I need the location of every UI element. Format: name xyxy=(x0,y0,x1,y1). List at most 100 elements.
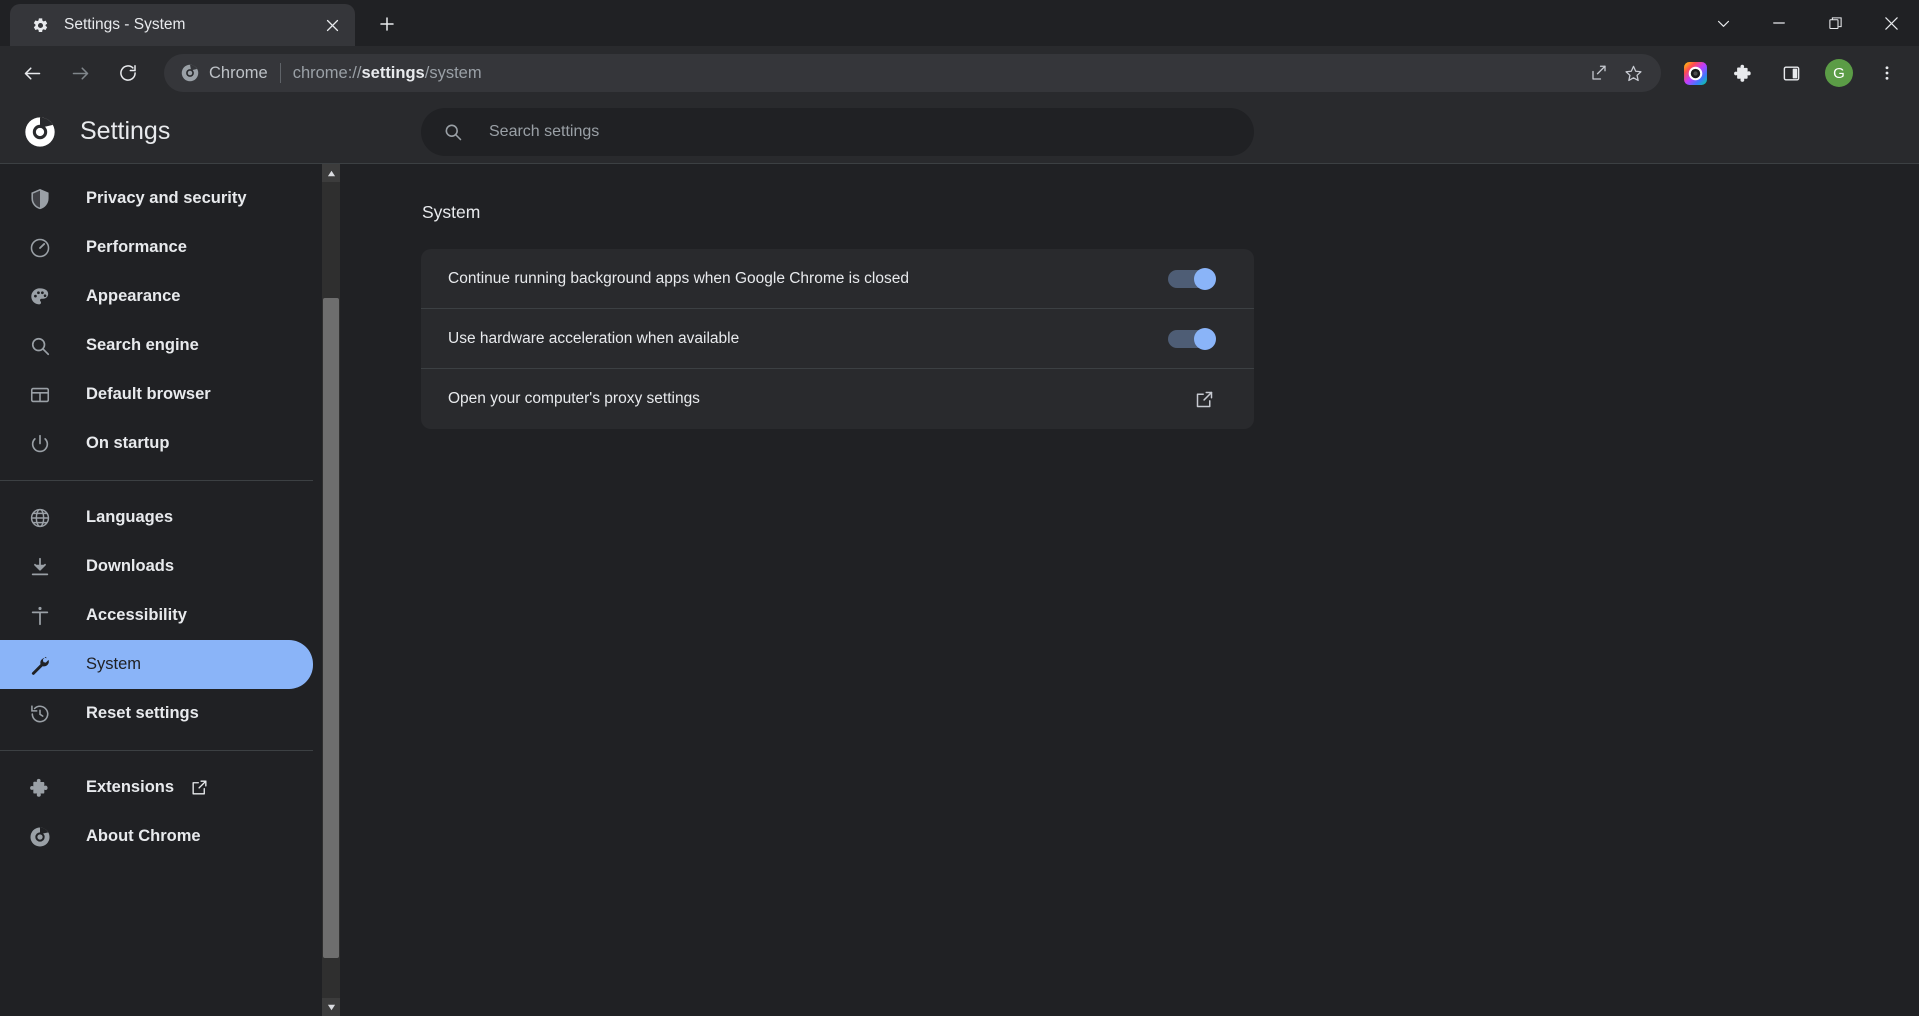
system-settings-card: Continue running background apps when Go… xyxy=(421,249,1254,429)
sidebar-item-downloads[interactable]: Downloads xyxy=(0,542,313,591)
kebab-menu-icon[interactable] xyxy=(1867,53,1907,93)
tab-strip: Settings - System xyxy=(0,0,1919,46)
url-text: chrome://settings/system xyxy=(293,64,1577,83)
sidebar-item-label: Search engine xyxy=(86,336,199,354)
browser-window-icon xyxy=(28,383,52,407)
puzzle-icon[interactable] xyxy=(1723,53,1763,93)
history-restore-icon xyxy=(28,702,52,726)
nav-group-3: Extensions About Chrome xyxy=(0,763,313,861)
setting-label: Use hardware acceleration when available xyxy=(448,329,740,347)
scroll-down-arrow-icon[interactable] xyxy=(322,998,340,1016)
close-icon[interactable] xyxy=(319,12,345,38)
settings-body: Privacy and security Performance Appeara… xyxy=(0,164,1919,1016)
globe-icon xyxy=(28,506,52,530)
sidebar-item-label: Reset settings xyxy=(86,704,199,722)
forward-arrow-icon[interactable] xyxy=(60,53,100,93)
sidebar-item-default-browser[interactable]: Default browser xyxy=(0,370,313,419)
settings-sidebar: Privacy and security Performance Appeara… xyxy=(0,164,340,1016)
url-bold-part: settings xyxy=(361,63,425,82)
sidebar-item-search-engine[interactable]: Search engine xyxy=(0,321,313,370)
tab-title: Settings - System xyxy=(64,16,186,33)
avatar[interactable]: G xyxy=(1819,53,1859,93)
url-prefix: chrome:// xyxy=(292,63,362,82)
sidebar-item-label: System xyxy=(86,655,142,673)
search-icon xyxy=(443,122,463,142)
tab-search-button[interactable] xyxy=(1695,0,1751,46)
sidebar-item-performance[interactable]: Performance xyxy=(0,223,313,272)
settings-header: Settings Search settings xyxy=(0,100,1919,164)
settings-brand: Settings xyxy=(0,116,340,148)
puzzle-icon xyxy=(28,776,52,800)
toggle-knob xyxy=(1194,267,1216,290)
sidebar-scrollbar[interactable] xyxy=(322,164,340,1016)
speedometer-icon xyxy=(28,236,52,260)
bookmark-star-icon[interactable] xyxy=(1619,59,1647,87)
sidebar-item-label: On startup xyxy=(86,434,170,452)
chrome-chip: Chrome xyxy=(180,63,268,83)
chrome-chip-label: Chrome xyxy=(209,63,268,82)
reload-icon[interactable] xyxy=(108,53,148,93)
sidebar-item-label: Default browser xyxy=(86,385,211,403)
section-title: System xyxy=(422,202,481,222)
back-arrow-icon[interactable] xyxy=(12,53,52,93)
setting-label: Open your computer's proxy settings xyxy=(448,390,700,407)
sidebar-item-reset-settings[interactable]: Reset settings xyxy=(0,689,313,738)
sidebar-item-extensions[interactable]: Extensions xyxy=(0,763,313,812)
chrome-logo-icon xyxy=(24,116,56,148)
profile-avatar-initial: G xyxy=(1825,59,1853,87)
background-apps-toggle[interactable] xyxy=(1168,267,1216,290)
sidebar-item-about-chrome[interactable]: About Chrome xyxy=(0,812,313,861)
external-link-icon xyxy=(190,778,209,797)
sidebar-item-label: Languages xyxy=(86,508,174,526)
address-bar[interactable]: Chrome chrome://settings/system xyxy=(164,54,1661,92)
gear-icon xyxy=(30,15,50,35)
scrollbar-track[interactable] xyxy=(322,182,340,998)
close-window-button[interactable] xyxy=(1863,0,1919,46)
external-link-icon[interactable] xyxy=(1192,387,1216,411)
palette-icon xyxy=(28,285,52,309)
share-icon[interactable] xyxy=(1585,59,1613,87)
restore-button[interactable] xyxy=(1807,0,1863,46)
download-icon xyxy=(28,555,52,579)
setting-row-background-apps[interactable]: Continue running background apps when Go… xyxy=(421,249,1254,309)
omnibox-divider xyxy=(279,63,281,83)
chrome-logo-icon xyxy=(28,825,52,849)
sidebar-item-privacy-and-security[interactable]: Privacy and security xyxy=(0,174,313,223)
setting-row-hardware-acceleration[interactable]: Use hardware acceleration when available xyxy=(421,309,1254,369)
page-title: Settings xyxy=(80,117,171,145)
nav-divider xyxy=(0,480,313,481)
nav-group-1: Privacy and security Performance Appeara… xyxy=(0,174,313,468)
sidebar-item-label: Appearance xyxy=(86,287,181,305)
search-settings-bar[interactable]: Search settings xyxy=(421,107,1254,156)
colorful-circle-icon[interactable] xyxy=(1675,53,1715,93)
chrome-logo-icon xyxy=(180,63,200,83)
settings-main-panel: System Continue running background apps … xyxy=(340,164,1919,1016)
sidebar-item-languages[interactable]: Languages xyxy=(0,493,313,542)
search-input[interactable]: Search settings xyxy=(489,123,599,141)
scrollbar-thumb[interactable] xyxy=(323,298,339,958)
sidebar-item-on-startup[interactable]: On startup xyxy=(0,419,313,468)
toggle-knob xyxy=(1194,327,1216,350)
sidebar-item-appearance[interactable]: Appearance xyxy=(0,272,313,321)
new-tab-button[interactable] xyxy=(369,6,405,42)
sidebar-item-system[interactable]: System xyxy=(0,640,313,689)
search-icon xyxy=(28,334,52,358)
wrench-icon xyxy=(28,653,52,677)
url-suffix: /system xyxy=(424,63,482,82)
sidebar-item-label: Accessibility xyxy=(86,606,187,624)
sidebar-item-label: Performance xyxy=(86,238,187,256)
toolbar-right-icons: G xyxy=(1671,53,1911,93)
sidebar-item-accessibility[interactable]: Accessibility xyxy=(0,591,313,640)
shield-icon xyxy=(28,187,52,211)
nav-group-2: Languages Downloads Accessibility System… xyxy=(0,493,313,738)
side-panel-icon[interactable] xyxy=(1771,53,1811,93)
browser-tab[interactable]: Settings - System xyxy=(10,4,355,46)
scroll-up-arrow-icon[interactable] xyxy=(322,164,340,182)
power-icon xyxy=(28,432,52,456)
minimize-button[interactable] xyxy=(1751,0,1807,46)
setting-label: Continue running background apps when Go… xyxy=(448,269,909,287)
hardware-acceleration-toggle[interactable] xyxy=(1168,327,1216,350)
sidebar-item-label: Downloads xyxy=(86,557,175,575)
accessibility-icon xyxy=(28,604,52,628)
setting-row-proxy-settings[interactable]: Open your computer's proxy settings xyxy=(421,369,1254,429)
